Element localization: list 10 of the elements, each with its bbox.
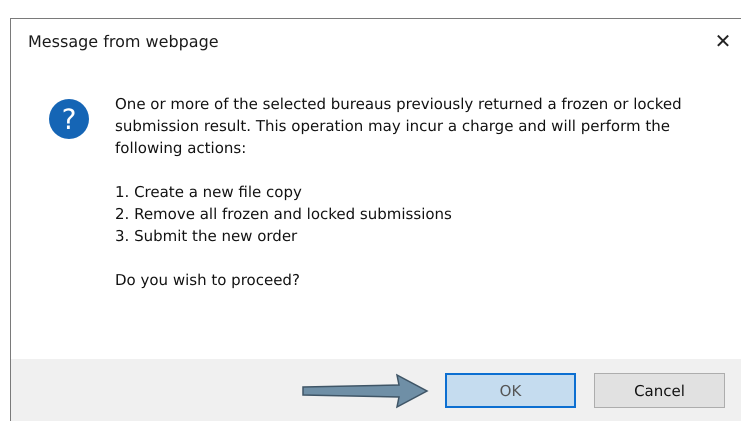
- close-button[interactable]: ✕: [703, 23, 741, 59]
- window-title: Message from webpage: [28, 32, 219, 50]
- cancel-button[interactable]: Cancel: [594, 373, 725, 408]
- list-item: 3. Submit the new order: [115, 226, 298, 247]
- list-item: 2. Remove all frozen and locked submissions: [115, 204, 453, 225]
- list-item: 1. Create a new file copy: [115, 182, 303, 203]
- question-text: Do you wish to proceed?: [115, 270, 301, 291]
- message-text: One or more of the selected bureaus previously returned a frozen or locked submission result. This operation may incur a charge and will perform the following actions:: [115, 94, 683, 159]
- question-icon: ?: [49, 99, 89, 139]
- ok-button[interactable]: OK: [445, 373, 576, 408]
